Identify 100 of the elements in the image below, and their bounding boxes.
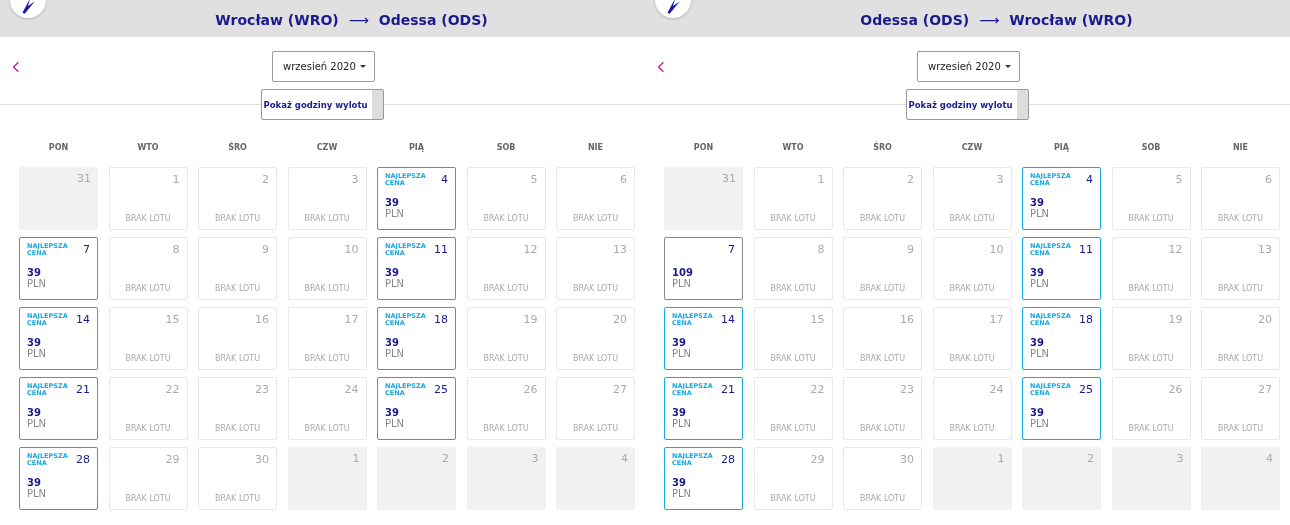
no-flight-label: BRAK LOTU [858,284,907,293]
day-number: 1 [817,173,825,186]
no-flight-label: BRAK LOTU [482,424,530,433]
day-number: 25 [434,383,448,396]
no-flight-label: BRAK LOTU [213,494,262,503]
day-number: 21 [76,383,90,396]
day-number: 20 [1258,313,1272,326]
weekday-label: SOB [495,143,517,154]
day-number: 13 [613,243,627,256]
day-number: 6 [620,173,627,186]
currency: PLN [385,278,406,289]
day-number: 2 [1087,452,1094,465]
price: 39 [27,407,42,418]
previous-month-button[interactable] [10,59,22,75]
month-select[interactable]: wrzesień 2020 [272,51,375,82]
price: 39 [385,267,400,278]
price: 39 [27,337,42,348]
day-number: 10 [344,243,359,256]
day-number: 12 [1168,243,1183,256]
day-number: 25 [1079,383,1093,396]
day-number: 1 [172,173,180,186]
no-flight-label: BRAK LOTU [769,284,817,293]
weekday-label: CZW [960,143,984,154]
day-number: 3 [996,173,1004,186]
day-number: 2 [907,173,914,186]
no-flight-label: BRAK LOTU [482,284,530,293]
day-number: 11 [1079,243,1093,256]
day-number: 23 [900,383,914,396]
no-flight-label: BRAK LOTU [482,214,530,223]
no-flight-label: BRAK LOTU [1127,424,1175,433]
show-departure-times-button[interactable]: Pokaż godziny wylotu [261,89,384,120]
no-flight-label: BRAK LOTU [1216,354,1265,363]
day-number: 15 [165,313,180,326]
day-number: 17 [989,313,1004,326]
no-flight-label: BRAK LOTU [769,494,817,503]
currency: PLN [672,348,693,359]
day-number: 19 [1168,313,1183,326]
day-number: 9 [262,243,269,256]
day-number: 26 [1168,383,1183,396]
price: 39 [672,407,687,418]
no-flight-label: BRAK LOTU [858,424,907,433]
no-flight-label: BRAK LOTU [124,214,172,223]
day-number: 3 [1176,452,1184,465]
no-flight-label: BRAK LOTU [948,424,996,433]
origin-city: Wrocław (WRO) [215,12,339,28]
month-select[interactable]: wrzesień 2020 [917,51,1020,82]
currency: PLN [672,418,693,429]
day-number: 31 [77,172,91,185]
previous-month-button[interactable] [655,59,667,75]
price: 39 [1030,267,1045,278]
day-number: 4 [1086,173,1093,186]
show-departure-times-button[interactable]: Pokaż godziny wylotu [906,89,1029,120]
no-flight-label: BRAK LOTU [1127,354,1175,363]
currency: PLN [672,278,693,289]
currency: PLN [27,488,48,499]
no-flight-label: BRAK LOTU [571,424,620,433]
price: 39 [1030,337,1045,348]
weekday-label: WTO [781,143,805,154]
weekday-label: SOB [1140,143,1162,154]
currency: PLN [1030,418,1051,429]
day-number: 28 [76,453,90,466]
day-number: 3 [351,173,359,186]
day-number: 2 [442,452,449,465]
no-flight-label: BRAK LOTU [1216,424,1265,433]
no-flight-label: BRAK LOTU [213,424,262,433]
day-number: 1 [997,452,1005,465]
day-number: 22 [810,383,825,396]
price: 39 [27,267,42,278]
day-number: 24 [989,383,1004,396]
no-flight-label: BRAK LOTU [303,354,351,363]
day-number: 2 [262,173,269,186]
no-flight-label: BRAK LOTU [571,214,620,223]
no-flight-label: BRAK LOTU [124,424,172,433]
caret-icon [1005,65,1011,68]
day-number: 30 [900,453,914,466]
day-number: 7 [83,243,90,256]
price: 39 [672,477,687,488]
day-number: 13 [1258,243,1272,256]
weekday-label: PIĄ [408,143,425,154]
currency: PLN [672,488,693,499]
weekday-label: NIE [586,143,605,154]
day-number: 8 [172,243,180,256]
currency: PLN [27,348,48,359]
day-number: 4 [441,173,448,186]
day-number: 19 [523,313,538,326]
currency: PLN [385,348,406,359]
day-number: 11 [434,243,448,256]
destination-city: Wrocław (WRO) [1009,12,1133,28]
no-flight-label: BRAK LOTU [1216,284,1265,293]
destination-city: Odessa (ODS) [378,12,488,28]
price: 39 [385,197,400,208]
no-flight-label: BRAK LOTU [948,214,996,223]
currency: PLN [385,208,406,219]
day-number: 28 [721,453,735,466]
flight-day[interactable]: 7 109 PLN [664,237,743,300]
price: 39 [1030,197,1045,208]
day-number: 26 [523,383,538,396]
day-number: 16 [255,313,269,326]
no-flight-label: BRAK LOTU [213,354,262,363]
weekday-label: NIE [1231,143,1250,154]
